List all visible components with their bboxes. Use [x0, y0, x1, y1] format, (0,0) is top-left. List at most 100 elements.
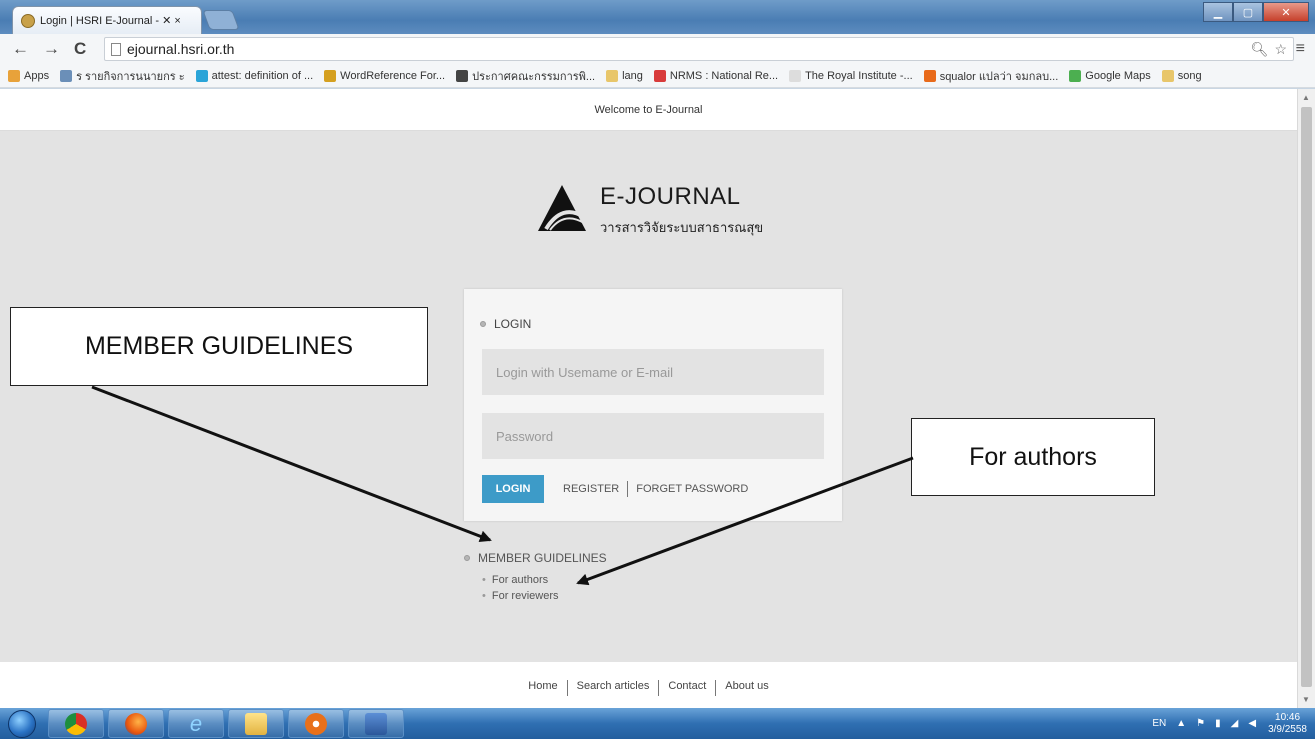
close-window-button[interactable]: ✕: [1263, 2, 1309, 22]
bookmarks-bar: Apps ร รายกิจการนนายกร ะ attest: definitio…: [0, 64, 1315, 88]
url-text: ejournal.hsri.or.th: [127, 41, 235, 57]
taskbar-media-player[interactable]: [288, 709, 344, 738]
annotation-member-guidelines: MEMBER GUIDELINES: [10, 307, 428, 386]
bookmark-label: attest: definition of ...: [211, 69, 314, 82]
bookmark-item[interactable]: NRMS : National Re...: [653, 69, 779, 82]
hsri-logo-icon: [538, 185, 586, 231]
bookmark-item[interactable]: song: [1161, 69, 1202, 82]
bookmark-item[interactable]: The Royal Institute -...: [789, 69, 913, 82]
password-input[interactable]: [482, 413, 824, 459]
site-favicon-icon: [21, 13, 35, 28]
tray-expand-icon[interactable]: ▲: [1176, 718, 1186, 729]
chrome-menu-icon[interactable]: ≡: [1296, 40, 1305, 58]
logo-subtitle: วารสารวิจัยระบบสาธารณสุข: [600, 220, 764, 235]
logo-title: E-JOURNAL: [600, 183, 741, 210]
bookmark-label: ประกาศคณะกรรมการพิ...: [472, 70, 596, 83]
action-center-flag-icon[interactable]: ⚑: [1196, 718, 1205, 729]
bookmark-label: squalor แปลว่า จมกลบ...: [939, 70, 1059, 83]
page-icon: [111, 42, 121, 56]
guideline-for-reviewers-link[interactable]: For reviewers: [482, 590, 607, 602]
maximize-button[interactable]: ▢: [1233, 2, 1263, 22]
folder-icon: [1161, 69, 1174, 82]
zoom-icon[interactable]: 🔍︎: [1251, 41, 1269, 58]
page-scrollbar[interactable]: ▲ ▼: [1297, 89, 1315, 708]
member-guidelines: MEMBER GUIDELINES For authors For review…: [464, 551, 607, 606]
scroll-thumb[interactable]: [1301, 107, 1312, 687]
language-indicator[interactable]: EN: [1152, 718, 1166, 729]
scroll-down-icon[interactable]: ▼: [1302, 695, 1310, 704]
bookmark-label: WordReference For...: [340, 69, 446, 82]
word-icon: [365, 712, 387, 735]
footer-link-about[interactable]: About us: [725, 680, 768, 692]
clock-date: 3/9/2558: [1268, 723, 1307, 735]
username-input[interactable]: [482, 349, 824, 395]
google-maps-icon: [1069, 69, 1082, 82]
taskbar-chrome[interactable]: [48, 709, 104, 738]
divider: [566, 680, 568, 696]
account-links: REGISTER FORGET PASSWORD: [563, 481, 748, 497]
page-viewport: Welcome to E-Journal E-JOURNAL วารสารวิจ…: [0, 89, 1297, 708]
forward-arrow-icon[interactable]: →: [43, 39, 60, 59]
guidelines-list: For authors For reviewers: [482, 574, 607, 602]
bookmark-item[interactable]: ประกาศคณะกรรมการพิ...: [456, 67, 595, 85]
guideline-for-authors-link[interactable]: For authors: [482, 574, 607, 586]
footer-link-search[interactable]: Search articles: [577, 680, 650, 692]
taskbar-explorer[interactable]: [228, 709, 284, 738]
divider: [627, 481, 629, 497]
reload-icon[interactable]: C: [74, 39, 86, 59]
clock-time: 10:46: [1275, 711, 1301, 723]
nrms-icon: [653, 69, 666, 82]
chrome-icon: [65, 712, 87, 735]
bookmark-item[interactable]: lang: [606, 69, 643, 82]
network-signal-icon[interactable]: ◢: [1231, 718, 1239, 729]
login-heading-text: LOGIN: [494, 317, 532, 331]
guidelines-heading: MEMBER GUIDELINES: [464, 551, 607, 565]
start-button[interactable]: [0, 708, 44, 739]
dictionary-icon: [195, 69, 208, 82]
bookmark-label: NRMS : National Re...: [669, 69, 779, 82]
dictionary-orange-icon: [923, 69, 936, 82]
register-link[interactable]: REGISTER: [563, 483, 619, 495]
minimize-button[interactable]: ▁: [1203, 2, 1233, 22]
page-footer: Home Search articles Contact About us: [0, 662, 1297, 708]
guidelines-title: MEMBER GUIDELINES: [478, 551, 607, 565]
volume-icon[interactable]: ◀: [1248, 718, 1256, 729]
bullet-icon: [464, 555, 470, 561]
scroll-up-icon[interactable]: ▲: [1302, 93, 1310, 102]
welcome-text: Welcome to E-Journal: [594, 103, 703, 116]
footer-link-contact[interactable]: Contact: [668, 680, 706, 692]
internet-explorer-icon: e: [189, 710, 203, 736]
bookmark-item[interactable]: Google Maps: [1069, 69, 1151, 82]
address-bar[interactable]: ejournal.hsri.or.th 🔍︎ ☆: [104, 37, 1294, 61]
bookmark-item[interactable]: ร รายกิจการนนายกร ะ: [60, 67, 185, 85]
taskbar-internet-explorer[interactable]: e: [168, 709, 224, 738]
browser-tab[interactable]: Login | HSRI E-Journal - ✕ ×: [12, 6, 202, 34]
bookmark-label: Apps: [24, 69, 50, 82]
bookmark-label: The Royal Institute -...: [805, 69, 913, 82]
bookmark-star-icon[interactable]: ☆: [1274, 41, 1287, 58]
forget-password-link[interactable]: FORGET PASSWORD: [636, 483, 748, 495]
footer-link-home[interactable]: Home: [528, 680, 557, 692]
bookmark-item[interactable]: WordReference For...: [324, 69, 446, 82]
annotation-authors-text: For authors: [969, 442, 1097, 471]
new-tab-button[interactable]: [202, 10, 240, 30]
login-card: LOGIN LOGIN REGISTER FORGET PASSWORD: [464, 289, 842, 521]
browser-titlebar: Login | HSRI E-Journal - ✕ × ▁ ▢ ✕: [0, 0, 1315, 34]
tray-clock[interactable]: 10:46 3/9/2558: [1268, 712, 1307, 736]
bookmark-item[interactable]: Apps: [8, 69, 50, 82]
windows-logo-icon: [8, 709, 36, 738]
taskbar-word[interactable]: [348, 709, 404, 738]
image-bookmark-icon: [60, 69, 73, 82]
url-actions: 🔍︎ ☆: [1251, 41, 1287, 58]
bookmark-item[interactable]: squalor แปลว่า จมกลบ...: [923, 67, 1059, 85]
bullet-icon: [480, 321, 486, 327]
site-logo[interactable]: E-JOURNAL วารสารวิจัยระบบสาธารณสุข: [536, 181, 796, 241]
login-button[interactable]: LOGIN: [482, 475, 544, 503]
welcome-bar: Welcome to E-Journal: [0, 89, 1297, 131]
bookmark-item[interactable]: attest: definition of ...: [195, 69, 314, 82]
apps-grid-icon: [8, 69, 20, 82]
taskbar-firefox[interactable]: [108, 709, 164, 738]
battery-icon[interactable]: ▮: [1215, 718, 1221, 729]
windows-taskbar: e EN ▲ ⚑ ▮ ◢ ◀ 10:46 3/9/2558: [0, 708, 1315, 739]
back-arrow-icon[interactable]: ←: [12, 39, 29, 59]
